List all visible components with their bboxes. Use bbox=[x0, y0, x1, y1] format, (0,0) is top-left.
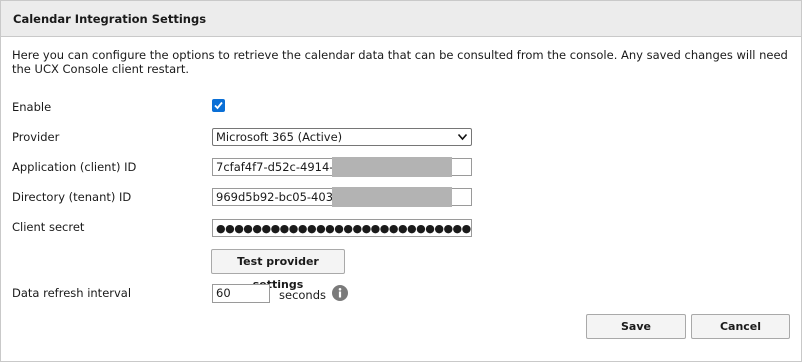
application-id-value: 7cfaf4f7-d52c-4914-8 bbox=[216, 160, 341, 174]
info-icon[interactable] bbox=[332, 285, 348, 301]
enable-label: Enable bbox=[12, 100, 52, 114]
refresh-interval-unit: seconds bbox=[279, 288, 327, 302]
panel-header: Calendar Integration Settings bbox=[1, 1, 801, 37]
directory-id-value: 969d5b92-bc05-403f bbox=[216, 190, 338, 204]
test-provider-settings-button[interactable]: Test provider settings bbox=[211, 249, 345, 291]
save-button[interactable]: Save bbox=[586, 314, 686, 339]
panel-description: Here you can configure the options to re… bbox=[12, 48, 788, 76]
refresh-interval-label: Data refresh interval bbox=[12, 286, 132, 300]
check-icon bbox=[214, 101, 223, 110]
refresh-interval-value: 60 bbox=[216, 286, 231, 300]
client-secret-input[interactable]: ●●●●●●●●●●●●●●●●●●●●●●●●●●●●●●●●●●●●●●●● bbox=[212, 219, 472, 237]
application-id-label: Application (client) ID bbox=[12, 160, 137, 174]
refresh-interval-input[interactable]: 60 bbox=[212, 284, 270, 303]
directory-id-label: Directory (tenant) ID bbox=[12, 190, 132, 204]
provider-selected-value: Microsoft 365 (Active) bbox=[216, 130, 343, 144]
cancel-button[interactable]: Cancel bbox=[691, 314, 790, 339]
application-id-redaction bbox=[332, 157, 452, 177]
panel-title: Calendar Integration Settings bbox=[13, 12, 207, 26]
chevron-down-icon bbox=[457, 133, 468, 141]
client-secret-value: ●●●●●●●●●●●●●●●●●●●●●●●●●●●●●●●●●●●●●●●● bbox=[216, 222, 471, 235]
client-secret-label: Client secret bbox=[12, 220, 85, 234]
enable-checkbox[interactable] bbox=[212, 99, 225, 112]
provider-select[interactable]: Microsoft 365 (Active) bbox=[212, 128, 472, 146]
directory-id-redaction bbox=[332, 187, 452, 207]
provider-label: Provider bbox=[12, 130, 60, 144]
